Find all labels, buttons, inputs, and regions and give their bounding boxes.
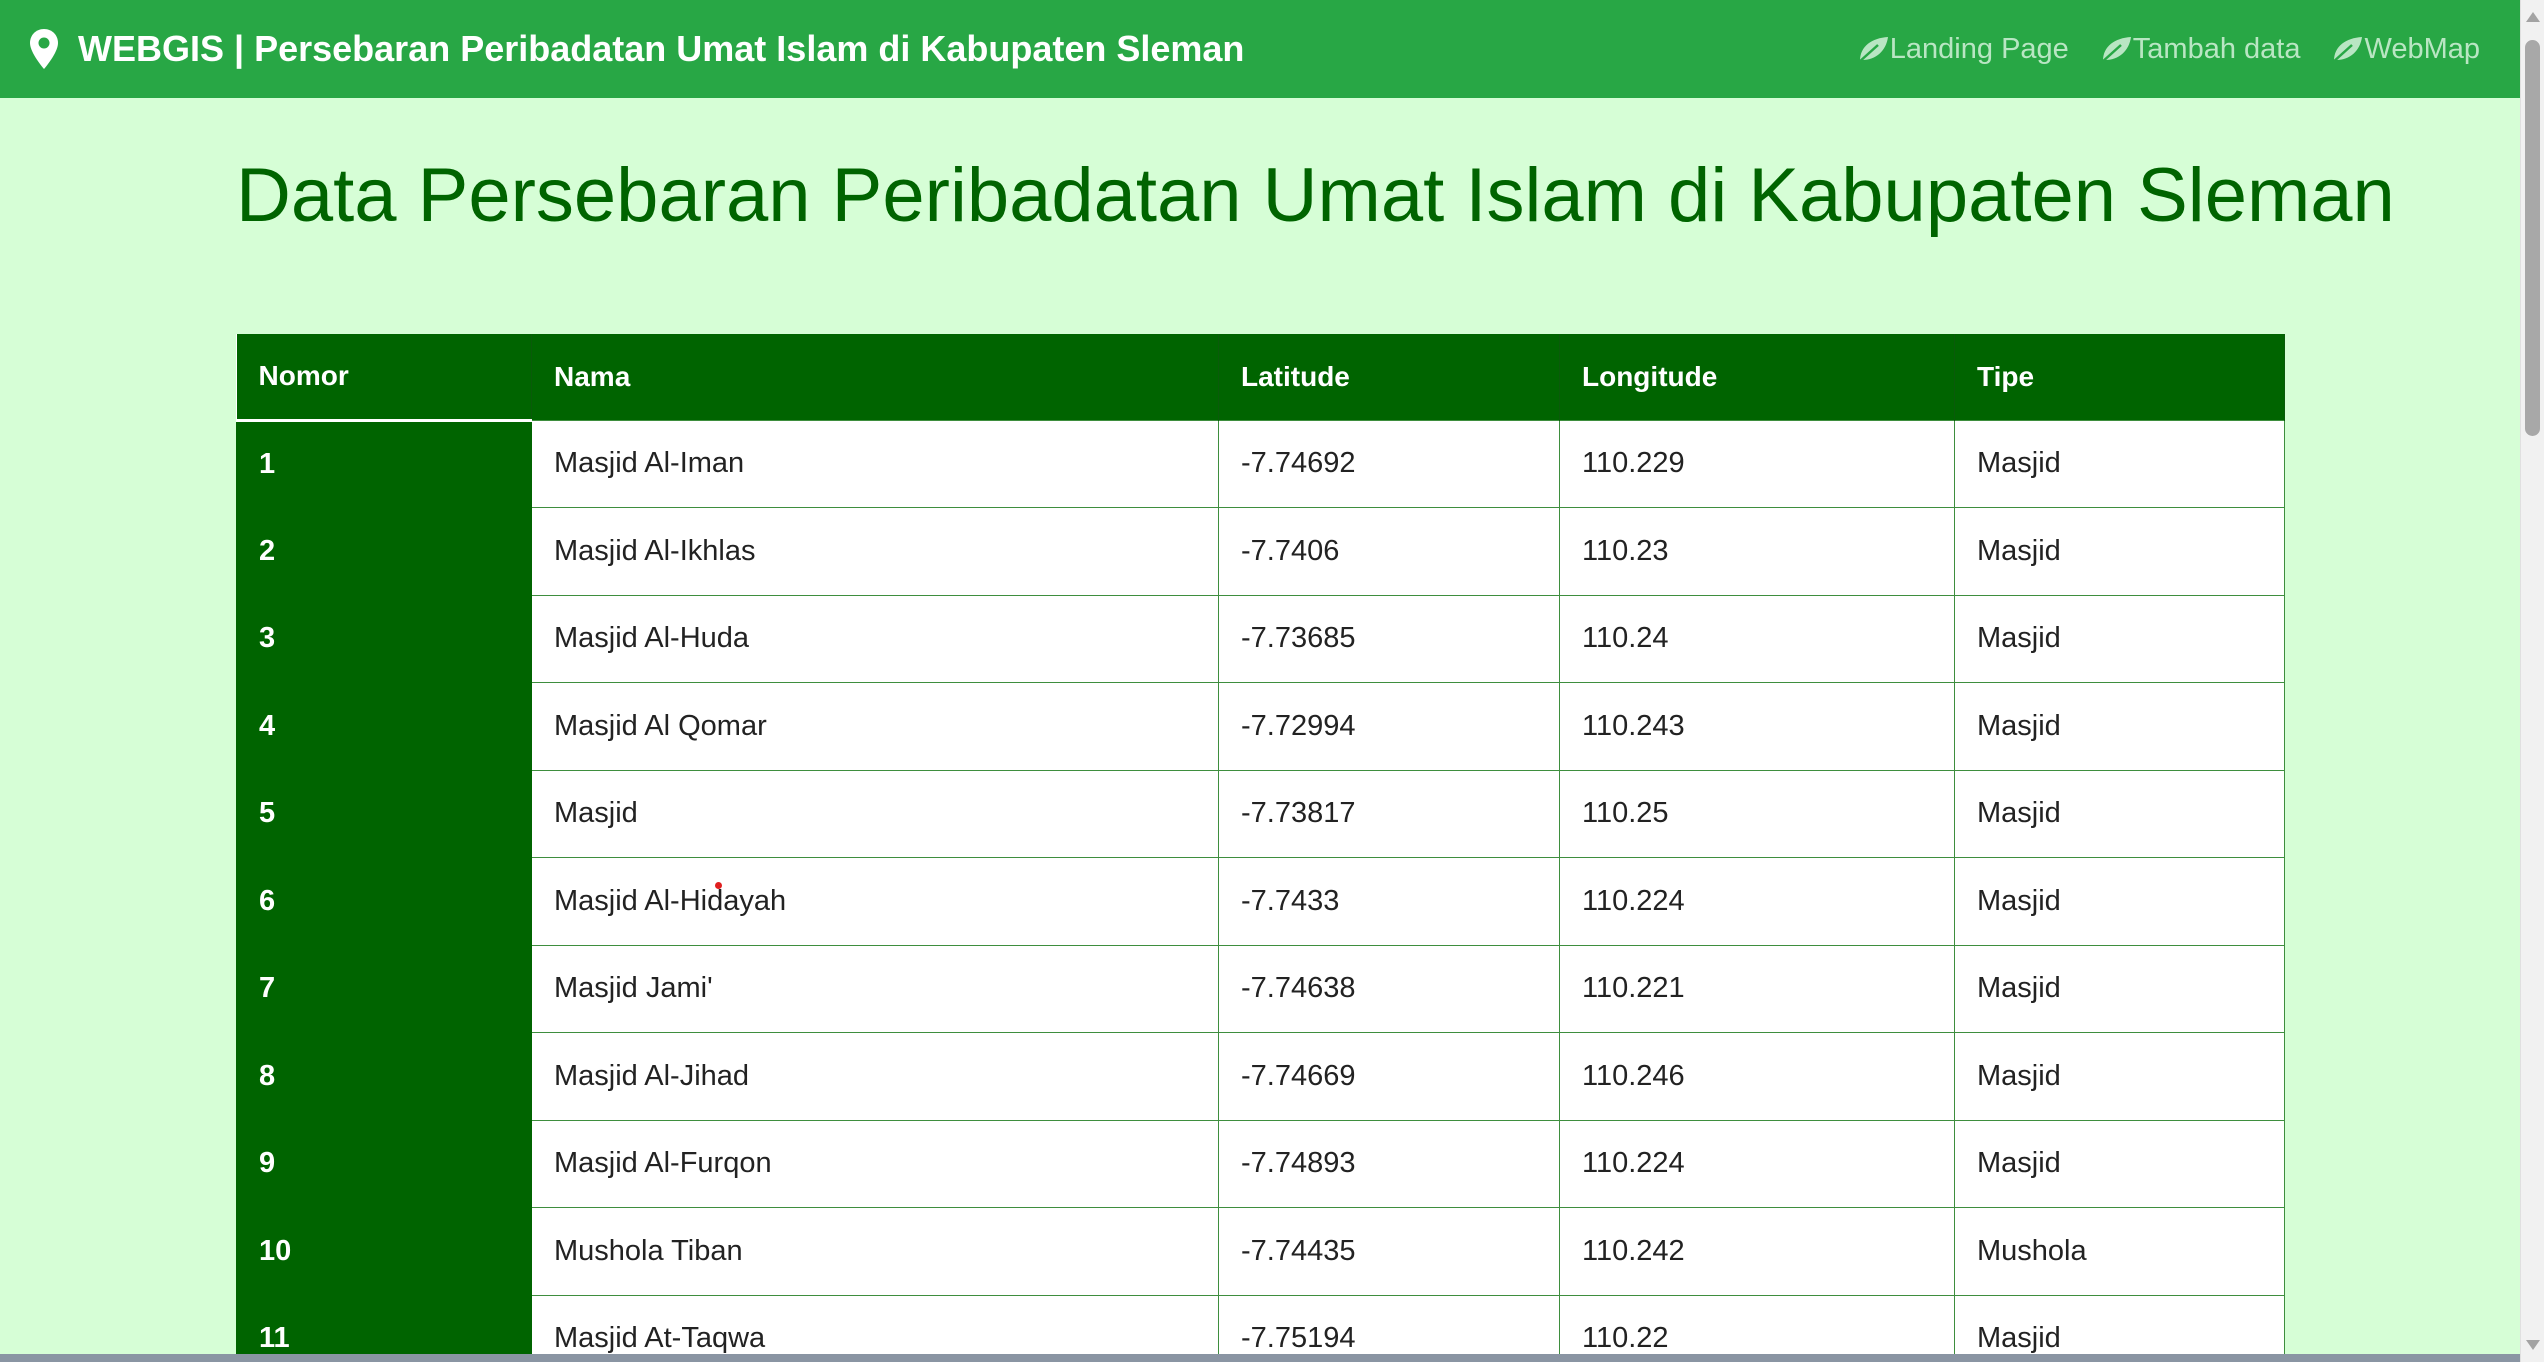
cell-latitude: -7.75194 [1218,1294,1560,1362]
page-frame: WEBGIS | Persebaran Peribadatan Umat Isl… [0,0,2520,1362]
cell-nama: Masjid Al-Iman [531,419,1219,508]
cell-nama: Masjid Al-Huda [531,594,1219,683]
brand[interactable]: WEBGIS | Persebaran Peribadatan Umat Isl… [28,28,1244,70]
cell-tipe: Masjid [1954,419,2285,508]
cell-nomor: 2 [236,507,532,596]
cell-longitude: 110.22 [1559,1294,1955,1362]
scroll-down-arrow-icon[interactable] [2526,1340,2540,1350]
cell-tipe: Masjid [1954,594,2285,683]
cell-tipe: Masjid [1954,1294,2285,1362]
cell-tipe: Masjid [1954,857,2285,946]
cell-nomor: 7 [236,944,532,1033]
cell-nama: Masjid At-Taqwa [531,1294,1219,1362]
cell-latitude: -7.7406 [1218,507,1560,596]
cell-longitude: 110.224 [1559,1119,1955,1208]
cell-nama: Masjid Al Qomar [531,682,1219,771]
taskbar-edge [0,1354,2520,1362]
data-table-container: Nomor Nama Latitude Longitude Tipe 1 Mas… [236,334,2285,1362]
cell-nama: Masjid Jami' [531,944,1219,1033]
table-row: 11 Masjid At-Taqwa -7.75194 110.22 Masji… [236,1294,2285,1362]
table-row: 5 Masjid -7.73817 110.25 Masjid [236,769,2285,858]
brand-title: WEBGIS | Persebaran Peribadatan Umat Isl… [78,28,1245,69]
table-header-row: Nomor Nama Latitude Longitude Tipe [236,334,2285,420]
cell-latitude: -7.74669 [1218,1032,1560,1121]
cell-latitude: -7.74692 [1218,419,1560,508]
cell-nomor: 4 [236,682,532,771]
column-header-nama: Nama [531,334,1219,420]
scrollbar-thumb[interactable] [2525,40,2540,436]
table-row: 6 Masjid Al-Hidayah -7.7433 110.224 Masj… [236,857,2285,946]
cell-nama: Masjid Al-Jihad [531,1032,1219,1121]
table-row: 9 Masjid Al-Furqon -7.74893 110.224 Masj… [236,1119,2285,1208]
cell-latitude: -7.74638 [1218,944,1560,1033]
cell-tipe: Masjid [1954,682,2285,771]
table-row: 3 Masjid Al-Huda -7.73685 110.24 Masjid [236,594,2285,683]
column-header-nomor: Nomor [236,334,532,420]
cell-tipe: Masjid [1954,1032,2285,1121]
data-table: Nomor Nama Latitude Longitude Tipe 1 Mas… [236,334,2285,1362]
nav-link-label: Tambah data [2132,32,2301,65]
column-header-tipe: Tipe [1954,334,2285,420]
nav-links: Landing Page Tambah data WebMap [1856,33,2480,66]
cell-nama: Masjid Al-Furqon [531,1119,1219,1208]
cell-nama: Masjid [531,769,1219,858]
table-row: 7 Masjid Jami' -7.74638 110.221 Masjid [236,944,2285,1033]
leaf-icon [2331,37,2363,64]
cell-longitude: 110.242 [1559,1207,1955,1296]
nav-link-webmap[interactable]: WebMap [2330,33,2480,66]
cell-nomor: 11 [236,1294,532,1362]
map-pin-icon [30,29,58,69]
cell-nomor: 6 [236,857,532,946]
cell-nomor: 3 [236,594,532,683]
cell-longitude: 110.246 [1559,1032,1955,1121]
table-row: 10 Mushola Tiban -7.74435 110.242 Mushol… [236,1207,2285,1296]
cell-nomor: 10 [236,1207,532,1296]
cell-latitude: -7.73817 [1218,769,1560,858]
cell-nama: Masjid Al-Ikhlas [531,507,1219,596]
cell-longitude: 110.25 [1559,769,1955,858]
table-row: 2 Masjid Al-Ikhlas -7.7406 110.23 Masjid [236,507,2285,596]
cell-nomor: 5 [236,769,532,858]
cell-nomor: 8 [236,1032,532,1121]
table-row: 4 Masjid Al Qomar -7.72994 110.243 Masji… [236,682,2285,771]
cell-tipe: Masjid [1954,769,2285,858]
cell-latitude: -7.74893 [1218,1119,1560,1208]
table-row: 1 Masjid Al-Iman -7.74692 110.229 Masjid [236,418,2285,508]
table-body: 1 Masjid Al-Iman -7.74692 110.229 Masjid… [236,418,2285,1362]
scroll-up-arrow-icon[interactable] [2526,12,2540,22]
cell-longitude: 110.24 [1559,594,1955,683]
cursor-indicator [715,882,722,889]
column-header-latitude: Latitude [1218,334,1560,420]
table-row: 8 Masjid Al-Jihad -7.74669 110.246 Masji… [236,1032,2285,1121]
cell-nama: Masjid Al-Hidayah [531,857,1219,946]
nav-link-label: WebMap [2364,32,2480,65]
cell-nomor: 1 [236,418,532,508]
cell-longitude: 110.23 [1559,507,1955,596]
vertical-scrollbar[interactable] [2520,0,2544,1362]
page-title: Data Persebaran Peribadatan Umat Islam d… [236,153,2395,238]
cell-nomor: 9 [236,1119,532,1208]
leaf-icon [2099,37,2131,64]
cell-latitude: -7.72994 [1218,682,1560,771]
leaf-icon [1856,37,1888,64]
cell-longitude: 110.243 [1559,682,1955,771]
navbar: WEBGIS | Persebaran Peribadatan Umat Isl… [0,0,2520,98]
cell-latitude: -7.73685 [1218,594,1560,683]
cell-longitude: 110.229 [1559,419,1955,508]
cell-longitude: 110.221 [1559,944,1955,1033]
cell-latitude: -7.7433 [1218,857,1560,946]
cell-longitude: 110.224 [1559,857,1955,946]
cell-nama: Mushola Tiban [531,1207,1219,1296]
nav-link-tambah-data[interactable]: Tambah data [2099,32,2301,66]
nav-link-label: Landing Page [1889,32,2069,65]
cell-tipe: Mushola [1954,1207,2285,1296]
cell-latitude: -7.74435 [1218,1207,1560,1296]
cell-tipe: Masjid [1954,1119,2285,1208]
nav-link-landing-page[interactable]: Landing Page [1856,33,2069,66]
cell-tipe: Masjid [1954,507,2285,596]
cell-tipe: Masjid [1954,944,2285,1033]
column-header-longitude: Longitude [1559,334,1955,420]
